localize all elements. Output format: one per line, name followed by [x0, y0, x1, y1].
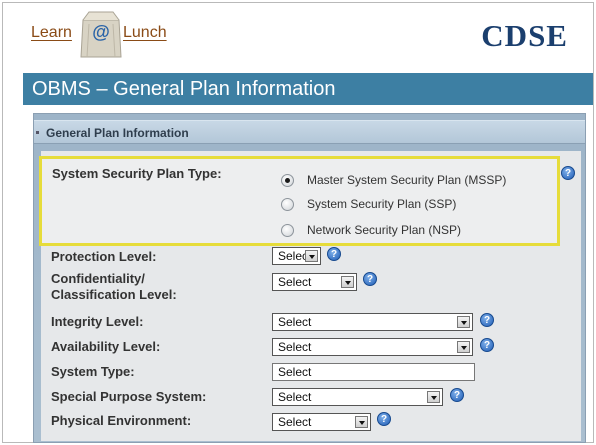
physical-environment-select[interactable]: Select — [272, 413, 371, 431]
help-icon[interactable]: ? — [480, 313, 494, 327]
system-type-value: Select — [278, 365, 312, 379]
chevron-down-icon[interactable] — [427, 391, 440, 403]
classification-level-label: Classification Level: — [51, 287, 177, 302]
system-type-label: System Type: — [51, 364, 135, 379]
slide-title: OBMS – General Plan Information — [23, 73, 593, 105]
chevron-down-icon[interactable] — [355, 416, 368, 428]
radio-button[interactable] — [281, 197, 294, 211]
protection-level-select[interactable]: Select — [272, 247, 321, 265]
help-icon[interactable]: ? — [363, 272, 377, 286]
cdse-brand-logo: CDSE — [481, 18, 568, 53]
availability-level-select[interactable]: Select — [272, 338, 473, 356]
plan-type-label: System Security Plan Type: — [52, 166, 222, 181]
system-type-field[interactable]: Select — [272, 363, 475, 381]
radio-label: Network Security Plan (NSP) — [307, 223, 462, 237]
availability-level-label: Availability Level: — [51, 339, 161, 354]
select-value: Select — [278, 390, 312, 404]
panel-header-title: General Plan Information — [46, 126, 189, 140]
chevron-down-icon[interactable] — [457, 341, 470, 353]
logo-at-symbol: @ — [92, 22, 110, 42]
physical-environment-label: Physical Environment: — [51, 413, 192, 428]
collapse-bullet-icon — [36, 131, 39, 134]
select-value: Select — [278, 415, 312, 429]
radio-option-mssp[interactable]: Master System Security Plan (MSSP) — [281, 172, 506, 188]
panel-header[interactable]: General Plan Information — [34, 120, 585, 144]
radio-option-ssp[interactable]: System Security Plan (SSP) — [281, 196, 456, 212]
help-icon[interactable]: ? — [480, 338, 494, 352]
help-icon[interactable]: ? — [327, 247, 341, 261]
radio-option-nsp[interactable]: Network Security Plan (NSP) — [281, 222, 461, 238]
chevron-down-icon[interactable] — [457, 316, 470, 328]
confidentiality-label: Confidentiality/ — [51, 271, 145, 286]
help-icon[interactable]: ? — [561, 166, 575, 180]
special-purpose-select[interactable]: Select — [272, 388, 443, 406]
logo-learn-text: Learn — [31, 24, 72, 41]
chevron-down-icon[interactable] — [305, 250, 318, 262]
radio-label: Master System Security Plan (MSSP) — [307, 173, 507, 187]
help-icon[interactable]: ? — [377, 412, 391, 426]
chevron-down-icon[interactable] — [341, 276, 354, 288]
select-value: Select — [278, 340, 312, 354]
integrity-level-label: Integrity Level: — [51, 314, 144, 329]
confidentiality-select[interactable]: Select — [272, 273, 357, 291]
protection-level-label: Protection Level: — [51, 249, 157, 264]
radio-label: System Security Plan (SSP) — [307, 197, 457, 211]
learn-at-lunch-logo: Learn @ Lunch — [31, 10, 181, 60]
radio-button[interactable] — [281, 173, 294, 187]
integrity-level-select[interactable]: Select — [272, 313, 473, 331]
help-icon[interactable]: ? — [450, 388, 464, 402]
select-value: Select — [278, 315, 312, 329]
radio-button[interactable] — [281, 223, 294, 237]
select-value: Select — [278, 275, 312, 289]
special-purpose-label: Special Purpose System: — [51, 389, 207, 404]
logo-lunch-text: Lunch — [123, 24, 167, 41]
